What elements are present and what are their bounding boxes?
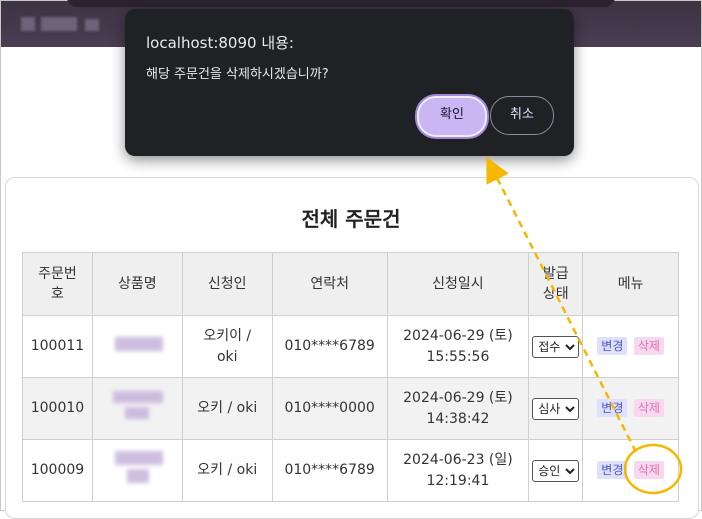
time-text: 12:19:41 [426,472,490,489]
cell-date: 2024-06-23 (일) 12:19:41 [386,439,530,502]
status-select[interactable]: 접수 [532,335,580,358]
cell-date: 2024-06-29 (토) 15:55:56 [386,315,530,378]
cell-menu: 변경 삭제 [582,377,679,440]
cell-menu: 변경 삭제 [582,439,679,502]
cell-applicant: 오키 / oki [181,377,273,440]
header-contact: 연락처 [271,252,388,316]
header-date: 신청일시 [386,252,530,316]
status-select[interactable]: 승인 [532,459,580,482]
cell-product [91,377,183,440]
cell-product [91,315,183,378]
blurred-tab-text [41,17,77,31]
edit-button[interactable]: 변경 [597,399,628,417]
cell-order-no: 100009 [22,439,93,502]
confirm-dialog: localhost:8090 내용: 해당 주문건을 삭제하시겠습니까? 확인 … [125,9,574,156]
header-product: 상품명 [91,252,183,316]
table-row: 100011 오키이 / oki 010****6789 2024-06-29 … [22,315,679,378]
cell-contact: 010****6789 [271,315,388,378]
cell-date: 2024-06-29 (토) 14:38:42 [386,377,530,440]
cell-contact: 010****0000 [271,377,388,440]
table-row: 100010 오키 / oki 010****0000 2024-06-29 (… [22,377,679,440]
dialog-title: localhost:8090 내용: [146,34,294,52]
date-text: 2024-06-29 (토) [403,389,513,406]
cell-applicant: 오키이 / oki [181,315,273,378]
cell-order-no: 100011 [22,315,93,378]
confirm-button[interactable]: 확인 [417,96,487,137]
edit-button[interactable]: 변경 [597,461,628,479]
dialog-message: 해당 주문건을 삭제하시겠습니까? [146,67,329,82]
cell-menu: 변경 삭제 [582,315,679,378]
cancel-button[interactable]: 취소 [490,96,554,135]
cell-product [91,439,183,502]
edit-button[interactable]: 변경 [597,337,628,355]
header-menu: 메뉴 [582,252,679,316]
orders-table: 주문번호 상품명 신청인 연락처 신청일시 발급상태 메뉴 100011 오키이… [22,252,679,502]
delete-button[interactable]: 삭제 [633,461,664,479]
date-text: 2024-06-23 (일) [403,451,513,468]
header-order-no: 주문번호 [22,252,93,316]
date-text: 2024-06-29 (토) [403,327,513,344]
cell-status: 접수 [528,315,584,378]
cell-applicant: 오키 / oki [181,439,273,502]
address-bar[interactable] [67,0,615,7]
cell-status: 승인 [528,439,584,502]
page-title: 전체 주문건 [301,207,401,231]
blurred-product-name [107,323,167,363]
delete-button[interactable]: 삭제 [633,337,664,355]
cell-contact: 010****6789 [271,439,388,502]
table-row: 100009 오키 / oki 010****6789 2024-06-23 (… [22,439,679,502]
blurred-product-name [107,385,167,425]
blurred-product-name [107,447,167,487]
table-header-row: 주문번호 상품명 신청인 연락처 신청일시 발급상태 메뉴 [22,252,679,316]
header-applicant: 신청인 [181,252,273,316]
cell-status: 심사 [528,377,584,440]
header-status: 발급상태 [528,252,584,316]
cell-order-no: 100010 [22,377,93,440]
blurred-tab-text-2 [85,19,99,31]
status-select[interactable]: 심사 [532,397,580,420]
time-text: 14:38:42 [426,410,490,427]
time-text: 15:55:56 [426,348,490,365]
delete-button[interactable]: 삭제 [633,399,664,417]
blurred-favicon [21,17,35,31]
